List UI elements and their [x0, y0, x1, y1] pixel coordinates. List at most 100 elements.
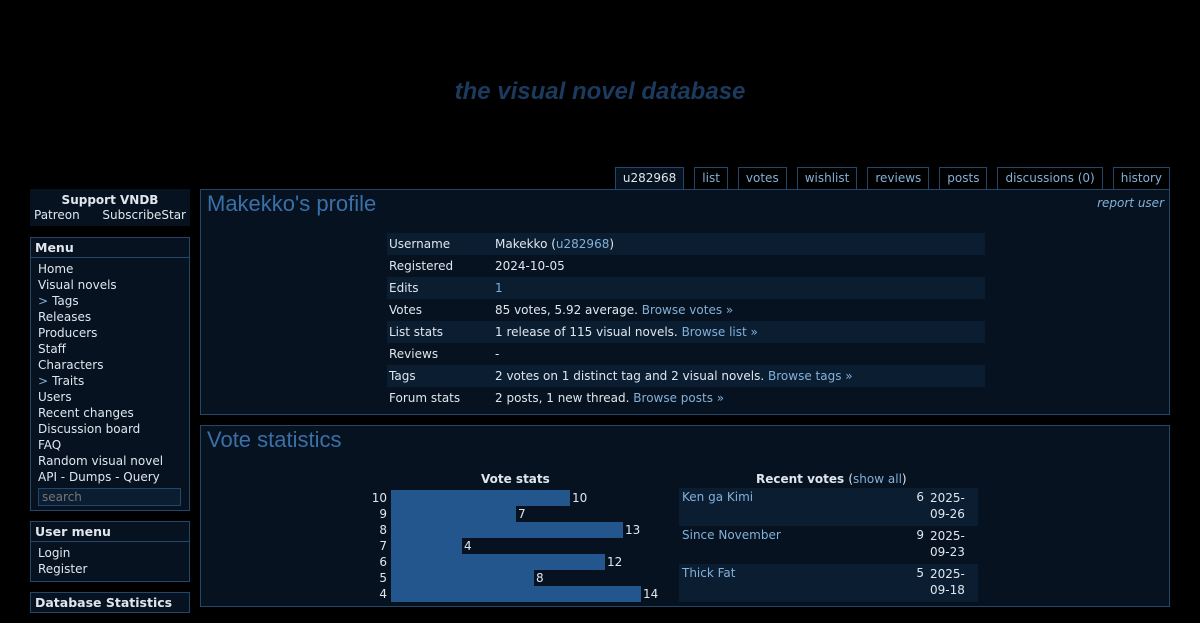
data-label: 4 — [464, 539, 472, 553]
browse-list-link[interactable]: Browse list » — [682, 325, 758, 339]
menu-box: Menu Home Visual novels > Tags Releases P… — [30, 237, 190, 511]
expand-arrow-icon[interactable]: > — [38, 374, 48, 388]
menu-item-staff[interactable]: Staff — [38, 341, 182, 357]
menu-item-home[interactable]: Home — [38, 261, 182, 277]
site-title: the visual novel database — [454, 78, 746, 105]
menu-item-users[interactable]: Users — [38, 389, 182, 405]
report-user-link[interactable]: report user — [1097, 196, 1164, 210]
expand-arrow-icon[interactable]: > — [38, 294, 48, 308]
tab-votes[interactable]: votes — [737, 167, 787, 191]
menu-item-label[interactable]: Tags — [52, 294, 79, 308]
profile-tabs: u282968 list votes wishlist reviews post… — [614, 167, 1170, 191]
tick-label: 8 — [379, 523, 387, 537]
tab-reviews[interactable]: reviews — [867, 167, 930, 191]
menu-item-recent-changes[interactable]: Recent changes — [38, 405, 182, 421]
field-label: Registered — [389, 259, 454, 273]
tick-label: 10 — [371, 491, 387, 505]
table-row: Ken ga Kimi 6 2025- 09-26 — [679, 488, 978, 526]
field-label: Forum stats — [389, 391, 461, 405]
table-row: Forum stats 2 posts, 1 new thread. Brows… — [387, 387, 985, 409]
browse-votes-link[interactable]: Browse votes » — [642, 303, 733, 317]
menu-item-visual-novels[interactable]: Visual novels — [38, 277, 182, 293]
subscribestar-link[interactable]: SubscribeStar — [102, 208, 186, 222]
browse-tags-link[interactable]: Browse tags » — [768, 369, 853, 383]
vote-score: 5 — [891, 564, 927, 602]
tab-discussions[interactable]: discussions (0) — [997, 167, 1103, 191]
menu-item-random-vn[interactable]: Random visual novel — [38, 453, 182, 469]
menu-item-traits[interactable]: > Traits — [38, 373, 182, 389]
db-stats-box: Database Statistics — [30, 592, 190, 613]
table-row: Thick Fat 5 2025- 09-18 — [679, 564, 978, 602]
table-row: Username Makekko (u282968) — [387, 233, 985, 255]
vote-date: 2025- 09-26 — [927, 488, 978, 526]
tab-wishlist[interactable]: wishlist — [796, 167, 858, 191]
vote-date: 2025- 09-23 — [927, 526, 978, 564]
tab-posts[interactable]: posts — [939, 167, 988, 191]
bar — [391, 490, 570, 506]
table-row: Tags 2 votes on 1 distinct tag and 2 vis… — [387, 365, 985, 387]
data-label: 8 — [536, 571, 544, 585]
data-label: 7 — [518, 507, 526, 521]
recent-votes-table: Ken ga Kimi 6 2025- 09-26 Since November … — [679, 488, 978, 602]
browse-posts-link[interactable]: Browse posts » — [633, 391, 724, 405]
menu-item-releases[interactable]: Releases — [38, 309, 182, 325]
vote-date: 2025- 09-18 — [927, 564, 978, 602]
show-all-link[interactable]: show all — [853, 472, 902, 486]
field-label: Edits — [387, 277, 493, 299]
date-day: 09-26 — [930, 507, 965, 521]
date-day: 09-18 — [930, 583, 965, 597]
patreon-link[interactable]: Patreon — [34, 208, 80, 222]
tab-history[interactable]: history — [1112, 167, 1170, 191]
menu-title: Menu — [31, 238, 189, 258]
user-id-link[interactable]: u282968 — [556, 237, 609, 251]
edits-link[interactable]: 1 — [495, 281, 503, 295]
tab-list[interactable]: list — [694, 167, 728, 191]
bar — [391, 506, 516, 522]
tab-user[interactable]: u282968 — [614, 167, 685, 191]
user-menu-title: User menu — [31, 522, 189, 542]
menu-item-discussion-board[interactable]: Discussion board — [38, 421, 182, 437]
bar — [391, 522, 623, 538]
table-row: Votes 85 votes, 5.92 average. Browse vot… — [387, 299, 985, 321]
login-link[interactable]: Login — [38, 545, 182, 561]
field-label: Reviews — [389, 347, 439, 361]
vn-link[interactable]: Thick Fat — [682, 566, 736, 580]
db-stats-title: Database Statistics — [35, 595, 173, 610]
registered-value: 2024-10-05 — [495, 259, 565, 273]
menu-item-label[interactable]: Traits — [52, 374, 84, 388]
menu-item-characters[interactable]: Characters — [38, 357, 182, 373]
register-link[interactable]: Register — [38, 561, 182, 577]
tick-label: 9 — [379, 507, 387, 521]
profile-panel: Makekko's profile report user Username M… — [200, 189, 1170, 415]
vn-link[interactable]: Ken ga Kimi — [682, 490, 753, 504]
menu-item-producers[interactable]: Producers — [38, 325, 182, 341]
recent-votes-label: Recent votes — [756, 472, 845, 486]
menu-item-api[interactable]: API - Dumps - Query — [38, 469, 182, 485]
table-row: List stats 1 release of 115 visual novel… — [387, 321, 985, 343]
tick-label: 4 — [379, 587, 387, 601]
vote-stats-panel: Vote statistics Vote stats 10 10 9 7 8 13 7 4 6 1… — [200, 425, 1170, 607]
table-row: Registered 2024-10-05 — [387, 255, 985, 277]
data-label: 12 — [607, 555, 623, 569]
list-value: 1 release of 115 visual novels. — [495, 325, 678, 339]
data-label: 13 — [625, 523, 641, 537]
support-box: Support VNDB Patreon SubscribeStar — [30, 189, 190, 226]
vote-stats-title: Vote statistics — [207, 427, 342, 452]
votes-value: 85 votes, 5.92 average. — [495, 303, 638, 317]
field-label: Username — [387, 233, 493, 255]
user-menu-box: User menu Login Register — [30, 521, 190, 582]
table-row: Reviews - — [387, 343, 985, 365]
tick-label: 5 — [379, 571, 387, 585]
reviews-value: - — [495, 347, 500, 361]
date-day: 09-23 — [930, 545, 965, 559]
vote-score: 9 — [916, 528, 924, 542]
data-label: 14 — [643, 587, 659, 601]
menu-item-tags[interactable]: > Tags — [38, 293, 182, 309]
search-input[interactable] — [38, 488, 181, 506]
bar — [391, 538, 462, 554]
vn-link[interactable]: Since November — [682, 528, 781, 542]
date-year: 2025- — [930, 567, 965, 581]
tags-value: 2 votes on 1 distinct tag and 2 visual n… — [495, 369, 765, 383]
tick-label: 6 — [379, 555, 387, 569]
menu-item-faq[interactable]: FAQ — [38, 437, 182, 453]
